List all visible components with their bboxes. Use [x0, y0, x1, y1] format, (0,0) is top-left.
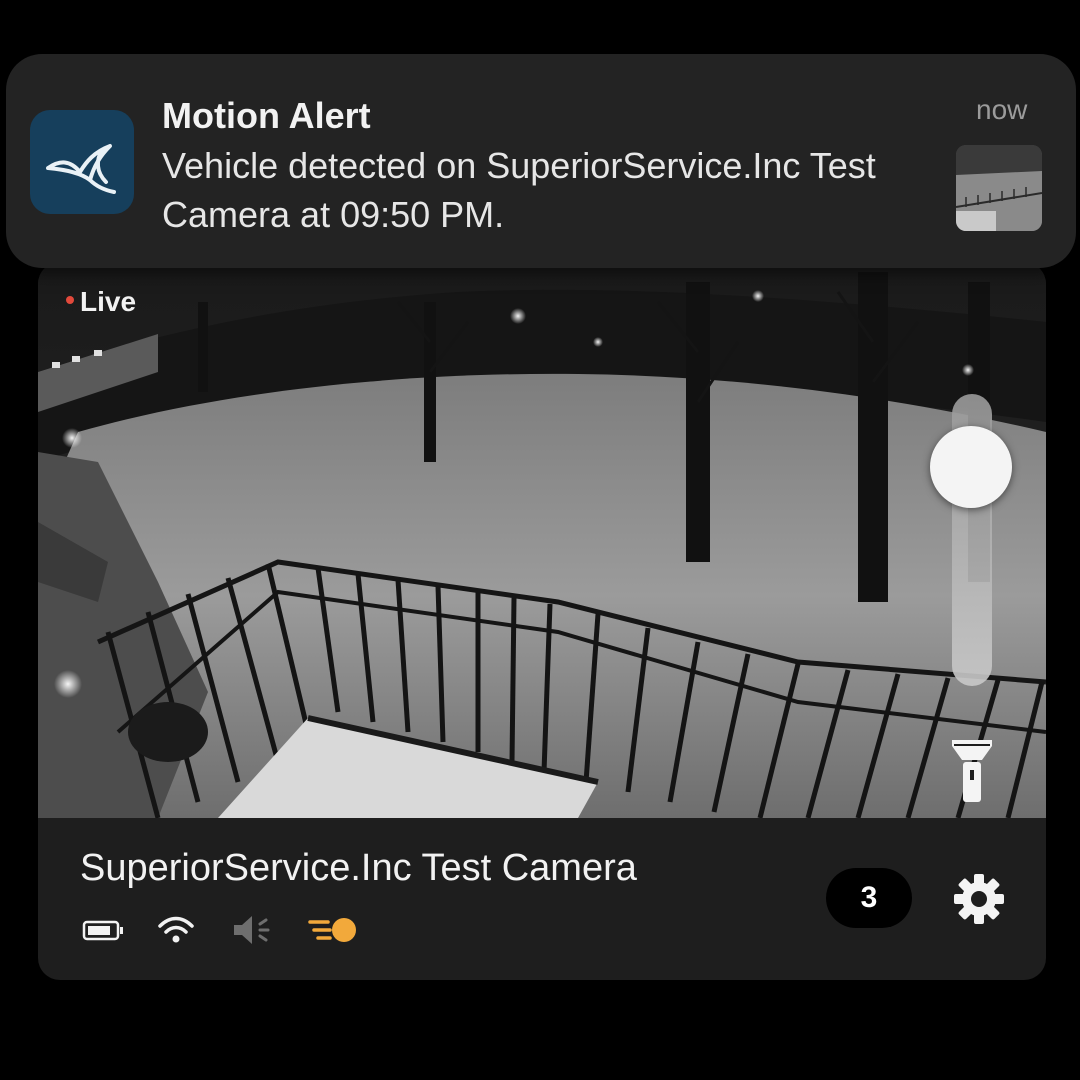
notification-body: Vehicle detected on SuperiorService.Inc …	[162, 145, 876, 235]
camera-card[interactable]: Live SuperiorService.Inc Test Camera 3	[38, 262, 1046, 980]
battery-icon	[82, 920, 123, 941]
zoom-slider-handle[interactable]	[930, 426, 1012, 508]
notification-title: Motion Alert	[162, 95, 371, 136]
speaker-muted-icon[interactable]	[230, 910, 280, 950]
camera-status-icons	[82, 910, 442, 950]
flashlight-icon[interactable]	[948, 736, 996, 806]
spotlight-icon[interactable]	[306, 910, 362, 950]
event-count-badge[interactable]: 3	[826, 868, 912, 928]
notification-time: now	[976, 94, 1028, 125]
bird-logo-icon	[46, 144, 116, 194]
wifi-icon	[158, 916, 194, 943]
app-icon	[30, 110, 134, 214]
notification-thumbnail	[956, 145, 1042, 231]
live-label: Live	[80, 286, 137, 317]
camera-live-feed[interactable]	[38, 262, 1046, 818]
settings-gear-icon[interactable]	[952, 872, 1006, 926]
camera-name: SuperiorService.Inc Test Camera	[80, 847, 637, 889]
